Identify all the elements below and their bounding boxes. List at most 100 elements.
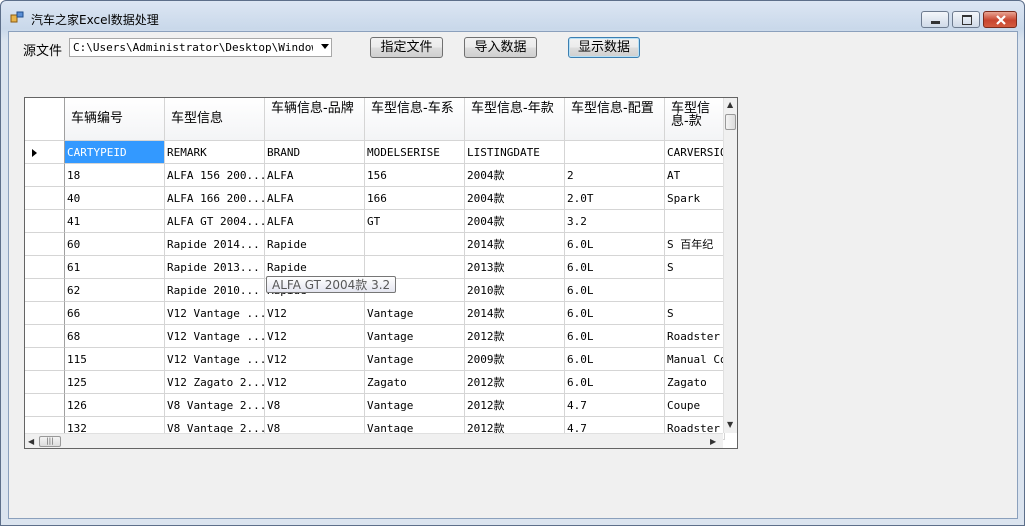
scroll-up-icon[interactable]: ▲ bbox=[727, 100, 733, 109]
table-cell[interactable]: ALFA 156 200... bbox=[165, 164, 265, 187]
table-row[interactable]: 41 ALFA GT 2004... ALFA GT 2004款 3.2 bbox=[25, 210, 725, 233]
table-cell[interactable]: 126 bbox=[65, 394, 165, 417]
table-row[interactable]: 68 V12 Vantage ... V12 Vantage 2012款 6.0L Road… bbox=[25, 325, 725, 348]
table-row[interactable]: CARTYPEID REMARK BRAND MODELSERISE LISTINGDA… bbox=[25, 141, 725, 164]
table-row[interactable]: 18 ALFA 156 200... ALFA 156 2004款 2 AT bbox=[25, 164, 725, 187]
table-cell[interactable]: 6.0L bbox=[565, 325, 665, 348]
table-cell[interactable]: V12 bbox=[265, 302, 365, 325]
show-data-button[interactable]: 显示数据 bbox=[568, 37, 640, 58]
table-cell[interactable]: 66 bbox=[65, 302, 165, 325]
table-cell[interactable]: V12 bbox=[265, 325, 365, 348]
table-cell[interactable]: ALFA GT 2004... bbox=[165, 210, 265, 233]
table-cell[interactable]: GT bbox=[365, 210, 465, 233]
column-header[interactable]: 车型信息-车系 bbox=[365, 98, 465, 141]
table-cell[interactable]: V8 Vantage 2... bbox=[165, 394, 265, 417]
table-cell[interactable]: REMARK bbox=[165, 141, 265, 164]
row-header[interactable] bbox=[25, 325, 65, 348]
table-cell[interactable]: V12 bbox=[265, 371, 365, 394]
table-cell[interactable]: 61 bbox=[65, 256, 165, 279]
table-cell[interactable]: 2012款 bbox=[465, 371, 565, 394]
table-cell[interactable]: 166 bbox=[365, 187, 465, 210]
row-header[interactable] bbox=[25, 141, 65, 164]
table-cell[interactable]: 18 bbox=[65, 164, 165, 187]
table-cell[interactable]: Rapide 2014... bbox=[165, 233, 265, 256]
table-row[interactable]: 115 V12 Vantage ... V12 Vantage 2009款 6.0L Man… bbox=[25, 348, 725, 371]
import-data-button[interactable]: 导入数据 bbox=[464, 37, 537, 58]
table-row[interactable]: 126 V8 Vantage 2... V8 Vantage 2012款 4.7 Coupe bbox=[25, 394, 725, 417]
table-cell[interactable]: Coupe bbox=[665, 394, 725, 417]
row-header[interactable] bbox=[25, 394, 65, 417]
table-cell[interactable]: 2012款 bbox=[465, 394, 565, 417]
table-cell[interactable]: 2004款 bbox=[465, 187, 565, 210]
table-cell[interactable]: 156 bbox=[365, 164, 465, 187]
title-bar[interactable]: 汽车之家Excel数据处理 bbox=[1, 1, 1024, 31]
table-cell[interactable] bbox=[665, 279, 725, 302]
table-cell[interactable] bbox=[665, 210, 725, 233]
table-cell[interactable]: MODELSERISE bbox=[365, 141, 465, 164]
table-cell[interactable]: 2004款 bbox=[465, 164, 565, 187]
table-cell[interactable]: 2014款 bbox=[465, 302, 565, 325]
table-cell[interactable]: Vantage bbox=[365, 394, 465, 417]
vertical-scrollbar[interactable]: ▲ ▼ bbox=[723, 98, 737, 433]
dropdown-arrow-icon[interactable] bbox=[321, 44, 329, 49]
table-cell[interactable]: CARVERSIO bbox=[665, 141, 725, 164]
table-cell[interactable]: S 百年纪 bbox=[665, 233, 725, 256]
horizontal-scrollbar[interactable]: ◀ ||| ▶ bbox=[25, 433, 723, 448]
column-header[interactable]: 车辆信息-品牌 bbox=[265, 98, 365, 141]
table-cell[interactable]: 41 bbox=[65, 210, 165, 233]
table-cell[interactable]: V12 Vantage ... bbox=[165, 325, 265, 348]
table-cell[interactable]: ALFA bbox=[265, 210, 365, 233]
table-cell[interactable]: Zagato bbox=[665, 371, 725, 394]
table-cell[interactable]: 2014款 bbox=[465, 233, 565, 256]
table-cell[interactable]: Zagato bbox=[365, 371, 465, 394]
table-cell[interactable]: 2 bbox=[565, 164, 665, 187]
column-header[interactable]: 车辆编号 bbox=[65, 98, 165, 141]
table-cell[interactable]: 115 bbox=[65, 348, 165, 371]
row-header[interactable] bbox=[25, 371, 65, 394]
table-cell[interactable]: 60 bbox=[65, 233, 165, 256]
table-cell[interactable]: ALFA 166 200... bbox=[165, 187, 265, 210]
table-row[interactable]: 125 V12 Zagato 2... V12 Zagato 2012款 6.0L Zaga… bbox=[25, 371, 725, 394]
scroll-left-icon[interactable]: ◀ bbox=[28, 437, 34, 446]
table-cell[interactable]: CARTYPEID bbox=[65, 141, 165, 164]
table-cell[interactable]: 6.0L bbox=[565, 302, 665, 325]
column-header[interactable]: 车型信息-年款 bbox=[465, 98, 565, 141]
source-file-combobox[interactable]: C:\Users\Administrator\Desktop\WindowsFo… bbox=[69, 38, 332, 57]
row-header[interactable] bbox=[25, 348, 65, 371]
row-header[interactable] bbox=[25, 279, 65, 302]
table-cell[interactable]: 4.7 bbox=[565, 394, 665, 417]
table-cell[interactable]: 2.0T bbox=[565, 187, 665, 210]
choose-file-button[interactable]: 指定文件 bbox=[370, 37, 443, 58]
table-row[interactable]: 66 V12 Vantage ... V12 Vantage 2014款 6.0L S bbox=[25, 302, 725, 325]
horizontal-scroll-thumb[interactable]: ||| bbox=[39, 436, 61, 447]
table-cell[interactable]: 2004款 bbox=[465, 210, 565, 233]
table-cell[interactable]: ALFA bbox=[265, 164, 365, 187]
grid-corner-header[interactable] bbox=[25, 98, 65, 141]
table-cell[interactable]: BRAND bbox=[265, 141, 365, 164]
row-header[interactable] bbox=[25, 256, 65, 279]
table-cell[interactable]: Vantage bbox=[365, 325, 465, 348]
vertical-scroll-thumb[interactable] bbox=[725, 114, 736, 130]
table-cell[interactable]: Roadster bbox=[665, 325, 725, 348]
table-cell[interactable]: 3.2 bbox=[565, 210, 665, 233]
table-cell[interactable]: 6.0L bbox=[565, 233, 665, 256]
table-row[interactable]: 60 Rapide 2014... Rapide 2014款 6.0L S 百年纪 bbox=[25, 233, 725, 256]
row-header[interactable] bbox=[25, 233, 65, 256]
table-cell[interactable]: 68 bbox=[65, 325, 165, 348]
data-grid[interactable]: 车辆编号 车型信息 车辆信息-品牌 车型信息-车系 车型信息-年款 车型信息-配置 车型信息… bbox=[24, 97, 738, 449]
table-cell[interactable]: 2009款 bbox=[465, 348, 565, 371]
table-cell[interactable]: V12 bbox=[265, 348, 365, 371]
table-row[interactable]: 40 ALFA 166 200... ALFA 166 2004款 2.0T Spark bbox=[25, 187, 725, 210]
table-cell[interactable]: 6.0L bbox=[565, 348, 665, 371]
table-cell[interactable]: ALFA bbox=[265, 187, 365, 210]
table-cell[interactable]: V8 bbox=[265, 394, 365, 417]
column-header[interactable]: 车型信息-款 bbox=[665, 98, 725, 141]
table-cell[interactable] bbox=[365, 233, 465, 256]
table-cell[interactable]: Spark bbox=[665, 187, 725, 210]
row-header[interactable] bbox=[25, 302, 65, 325]
table-cell[interactable]: Rapide 2013... bbox=[165, 256, 265, 279]
table-cell[interactable]: 2012款 bbox=[465, 325, 565, 348]
table-cell[interactable]: S bbox=[665, 256, 725, 279]
scroll-down-icon[interactable]: ▼ bbox=[727, 420, 733, 429]
close-button[interactable] bbox=[983, 11, 1017, 28]
